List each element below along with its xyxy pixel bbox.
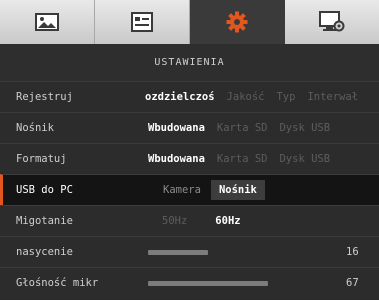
option-group: Wbudowana Karta SD Dysk USB: [148, 144, 379, 174]
option-60hz[interactable]: 60Hz: [215, 215, 240, 227]
video-settings-icon: [131, 12, 153, 32]
option-50hz[interactable]: 50Hz: [162, 215, 187, 227]
mic-volume-slider[interactable]: [148, 281, 268, 286]
slider-fill: [148, 281, 268, 286]
tab-display[interactable]: [285, 0, 379, 44]
slider-value: 16: [346, 246, 359, 258]
slider-fill: [148, 250, 208, 255]
option-group: 50Hz 60Hz: [162, 206, 379, 236]
setting-migotanie[interactable]: Migotanie 50Hz 60Hz: [0, 205, 379, 236]
saturation-slider[interactable]: [148, 250, 268, 255]
image-icon: [35, 13, 59, 31]
setting-usb-to-pc[interactable]: USB do PC Kamera Nośnik: [0, 174, 379, 205]
option-sd-card[interactable]: Karta SD: [217, 122, 268, 134]
setting-label: Migotanie: [16, 215, 73, 227]
option-quality[interactable]: Jakość: [227, 91, 265, 103]
settings-list: Rejestruj ozdzielczoś Jakość Typ Interwa…: [0, 81, 379, 298]
tab-bar: [0, 0, 379, 44]
tab-video[interactable]: [95, 0, 190, 44]
gear-icon: [226, 11, 248, 33]
option-storage[interactable]: Nośnik: [210, 180, 265, 200]
setting-nasycenie[interactable]: nasycenie 16: [0, 236, 379, 267]
option-usb-drive[interactable]: Dysk USB: [279, 153, 330, 165]
option-internal[interactable]: Wbudowana: [148, 122, 205, 134]
setting-label: Nośnik: [16, 122, 54, 134]
setting-rejestruj[interactable]: Rejestruj ozdzielczoś Jakość Typ Interwa…: [0, 81, 379, 112]
tab-gallery[interactable]: [0, 0, 95, 44]
tab-settings[interactable]: [190, 0, 285, 44]
option-camera[interactable]: Kamera: [155, 180, 209, 200]
option-group: Kamera Nośnik: [155, 175, 379, 205]
monitor-settings-icon: [319, 11, 345, 32]
setting-label: Głośność mikr: [16, 277, 99, 289]
page-title: USTAWIENIA: [0, 44, 379, 81]
option-group: ozdzielczoś Jakość Typ Interwał: [145, 82, 379, 112]
option-internal[interactable]: Wbudowana: [148, 153, 205, 165]
setting-glosnosc-mikrofonu[interactable]: Głośność mikr 67: [0, 267, 379, 298]
setting-label: USB do PC: [16, 184, 73, 196]
option-resolution[interactable]: ozdzielczoś: [145, 91, 215, 103]
setting-label: nasycenie: [16, 246, 73, 258]
setting-label: Formatuj: [16, 153, 67, 165]
setting-nosnik[interactable]: Nośnik Wbudowana Karta SD Dysk USB: [0, 112, 379, 143]
option-interval[interactable]: Interwał: [307, 91, 358, 103]
setting-formatuj[interactable]: Formatuj Wbudowana Karta SD Dysk USB: [0, 143, 379, 174]
option-group: Wbudowana Karta SD Dysk USB: [148, 113, 379, 143]
option-sd-card[interactable]: Karta SD: [217, 153, 268, 165]
option-type[interactable]: Typ: [276, 91, 295, 103]
setting-label: Rejestruj: [16, 91, 73, 103]
slider-value: 67: [346, 277, 359, 289]
option-usb-drive[interactable]: Dysk USB: [279, 122, 330, 134]
